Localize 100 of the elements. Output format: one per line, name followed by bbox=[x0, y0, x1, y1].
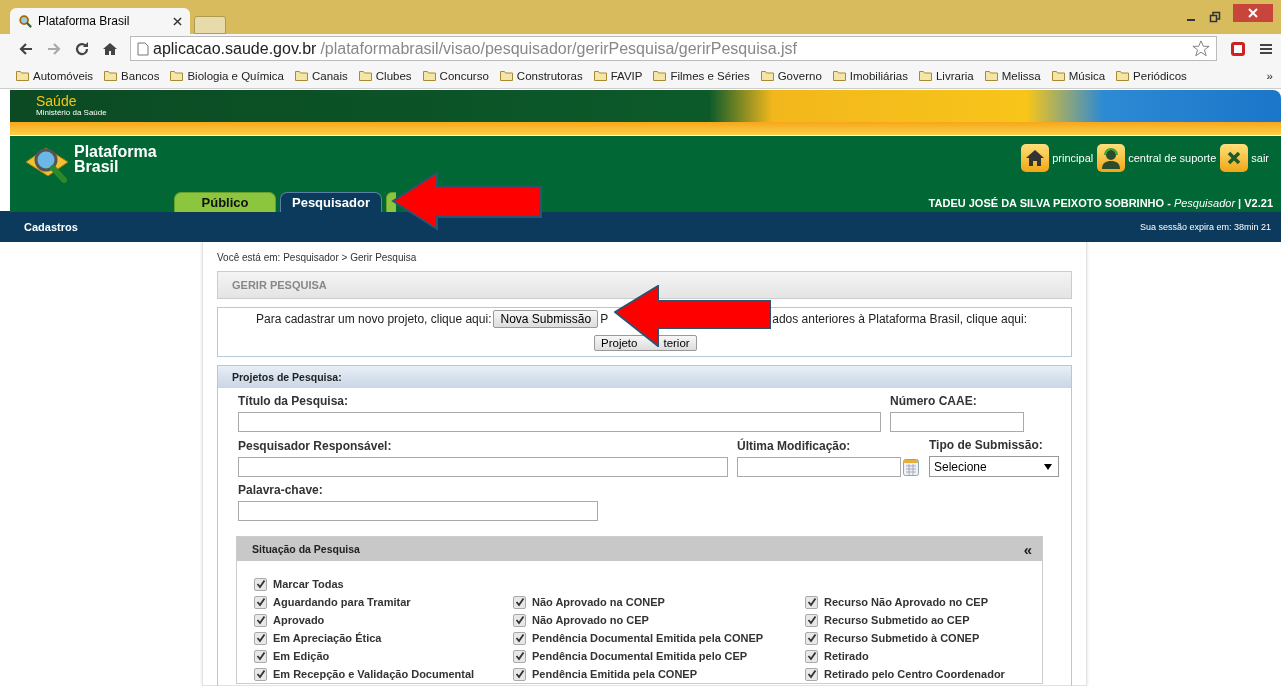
checkbox-item[interactable]: Pendência Documental Emitida pelo CEP bbox=[513, 647, 805, 665]
checkbox-item[interactable]: Não Aprovado no CEP bbox=[513, 611, 805, 629]
input-field[interactable] bbox=[238, 501, 598, 521]
checkbox[interactable] bbox=[254, 631, 267, 645]
checkbox-item[interactable]: Em Apreciação Ética bbox=[254, 629, 513, 647]
checkmark-icon bbox=[514, 633, 525, 643]
bookmark-folder[interactable]: Música bbox=[1051, 69, 1106, 82]
star-icon[interactable] bbox=[1192, 39, 1210, 58]
menu-icon[interactable] bbox=[1259, 41, 1273, 56]
close-window-button[interactable] bbox=[1233, 4, 1273, 22]
date-field[interactable] bbox=[737, 457, 901, 477]
more-bookmarks[interactable]: » bbox=[1266, 69, 1273, 82]
checkmark-icon bbox=[255, 597, 266, 607]
reload-icon[interactable] bbox=[74, 40, 90, 57]
collapse-toggle[interactable]: « bbox=[1023, 540, 1032, 558]
home-icon[interactable] bbox=[102, 40, 118, 57]
address-field[interactable]: aplicacao.saude.gov.br /plataformabrasil/visao/pesquisador/gerirPesquisa/gerirPesquisa.jsf bbox=[130, 36, 1217, 61]
bookmark-folder[interactable]: Clubes bbox=[358, 69, 412, 82]
header-link[interactable]: sair bbox=[1220, 144, 1269, 172]
checkbox[interactable] bbox=[254, 667, 267, 681]
checkmark-icon bbox=[806, 615, 817, 625]
bookmark-folder[interactable]: FAVIP bbox=[593, 69, 643, 82]
field-label: Palavra-chave: bbox=[238, 483, 324, 497]
checkbox-item[interactable]: Recurso Não Aprovado no CEP bbox=[805, 593, 1005, 611]
checkbox[interactable] bbox=[805, 631, 818, 645]
checkbox[interactable] bbox=[805, 667, 818, 681]
checkbox-item[interactable]: Retirado pelo Centro Coordenador bbox=[805, 665, 1005, 683]
checkbox-item[interactable]: Recurso Submetido à CONEP bbox=[805, 629, 1005, 647]
header-link[interactable]: central de suporte bbox=[1097, 144, 1217, 172]
logo-text: Brasil bbox=[74, 159, 120, 174]
checkmark-icon bbox=[806, 597, 817, 607]
checkbox-item[interactable]: Pendência Documental Emitida pela CONEP bbox=[513, 629, 805, 647]
extension-icon[interactable] bbox=[1229, 39, 1247, 58]
bookmark-folder[interactable]: Governo bbox=[760, 69, 822, 82]
folder-icon bbox=[295, 70, 308, 81]
checkbox-item[interactable]: Em Recepção e Validação Documental bbox=[254, 665, 513, 683]
checkbox[interactable] bbox=[513, 631, 526, 645]
bookmark-folder[interactable]: Biologia e Química bbox=[170, 69, 284, 82]
folder-icon bbox=[760, 70, 774, 81]
input-field[interactable] bbox=[238, 457, 728, 477]
checkbox-item[interactable]: Não Aprovado na CONEP bbox=[513, 593, 805, 611]
bookmark-folder[interactable]: Melissa bbox=[984, 69, 1041, 82]
header-link[interactable]: principal bbox=[1021, 144, 1094, 172]
person-headset-icon bbox=[1097, 144, 1126, 172]
new-submission-button[interactable]: Nova Submissão bbox=[493, 310, 599, 328]
checkbox[interactable] bbox=[513, 649, 526, 663]
bookmark-folder[interactable]: Filmes e Séries bbox=[653, 69, 750, 82]
browser-tab[interactable]: Plataforma Brasil bbox=[10, 8, 190, 34]
checkmark-icon bbox=[255, 579, 266, 589]
checkbox-item[interactable]: Retirado bbox=[805, 647, 1005, 665]
checkbox-item[interactable]: Pendência Emitida pela CONEP bbox=[513, 665, 805, 683]
close-icon bbox=[1248, 8, 1258, 18]
input-field[interactable] bbox=[890, 412, 1024, 432]
bookmark-folder[interactable]: Livraria bbox=[918, 69, 974, 82]
bookmark-folder[interactable]: Periódicos bbox=[1116, 69, 1187, 82]
checkbox-item[interactable]: Recurso Submetido ao CEP bbox=[805, 611, 1005, 629]
checkbox[interactable] bbox=[254, 577, 267, 591]
bookmark-folder[interactable]: Concurso bbox=[422, 69, 489, 82]
nav-tab[interactable]: Pesquisador bbox=[280, 192, 382, 212]
checkbox-item[interactable]: Aprovado bbox=[254, 611, 513, 629]
checkbox[interactable] bbox=[805, 649, 818, 663]
checkbox-item[interactable]: Em Edição bbox=[254, 647, 513, 665]
folder-icon bbox=[984, 70, 998, 81]
checkbox[interactable] bbox=[805, 613, 818, 627]
checkmark-icon bbox=[255, 633, 266, 643]
checkbox[interactable] bbox=[254, 649, 267, 663]
input-field[interactable] bbox=[238, 412, 881, 432]
bookmark-folder[interactable]: Imobiliárias bbox=[832, 69, 908, 82]
menu-item[interactable]: Cadastros bbox=[24, 220, 78, 233]
checkbox[interactable] bbox=[254, 595, 267, 609]
close-icon[interactable] bbox=[173, 16, 182, 26]
field-label: Última Modificação: bbox=[737, 439, 852, 453]
ministry-name: Ministério da Saúde bbox=[36, 108, 108, 117]
bookmark-folder[interactable]: Bancos bbox=[104, 69, 160, 82]
folder-icon bbox=[422, 70, 436, 81]
checkbox[interactable] bbox=[513, 595, 526, 609]
folder-icon bbox=[499, 70, 513, 81]
checkbox-item[interactable]: Marcar Todas bbox=[254, 575, 1042, 593]
submission-type-dropdown[interactable]: Selecione bbox=[929, 456, 1059, 477]
notice-text: Para cadastrar um novo projeto, clique aqui: bbox=[256, 312, 492, 326]
back-icon[interactable] bbox=[18, 40, 34, 57]
field-label: Título da Pesquisa: bbox=[238, 394, 349, 408]
home-icon bbox=[1021, 144, 1050, 172]
checkbox[interactable] bbox=[805, 595, 818, 609]
nav-tab[interactable]: Público bbox=[174, 192, 276, 212]
checkbox[interactable] bbox=[513, 613, 526, 627]
checkbox[interactable] bbox=[254, 613, 267, 627]
field-label: Pesquisador Responsável: bbox=[238, 439, 393, 453]
caret-icon bbox=[1044, 463, 1052, 470]
field-label: Número CAAE: bbox=[890, 394, 978, 408]
bookmark-folder[interactable]: Construtoras bbox=[499, 69, 583, 82]
close-icon bbox=[1220, 144, 1249, 172]
restore-icon[interactable] bbox=[1209, 11, 1221, 23]
folder-icon bbox=[653, 70, 667, 81]
checkbox[interactable] bbox=[513, 667, 526, 681]
bookmark-folder[interactable]: Automóveis bbox=[16, 69, 94, 82]
checkmark-icon bbox=[514, 669, 525, 679]
previous-project-button[interactable]: Projeto terior bbox=[594, 335, 697, 351]
checkbox-item[interactable]: Aguardando para Tramitar bbox=[254, 593, 513, 611]
bookmark-folder[interactable]: Canais bbox=[295, 69, 348, 82]
